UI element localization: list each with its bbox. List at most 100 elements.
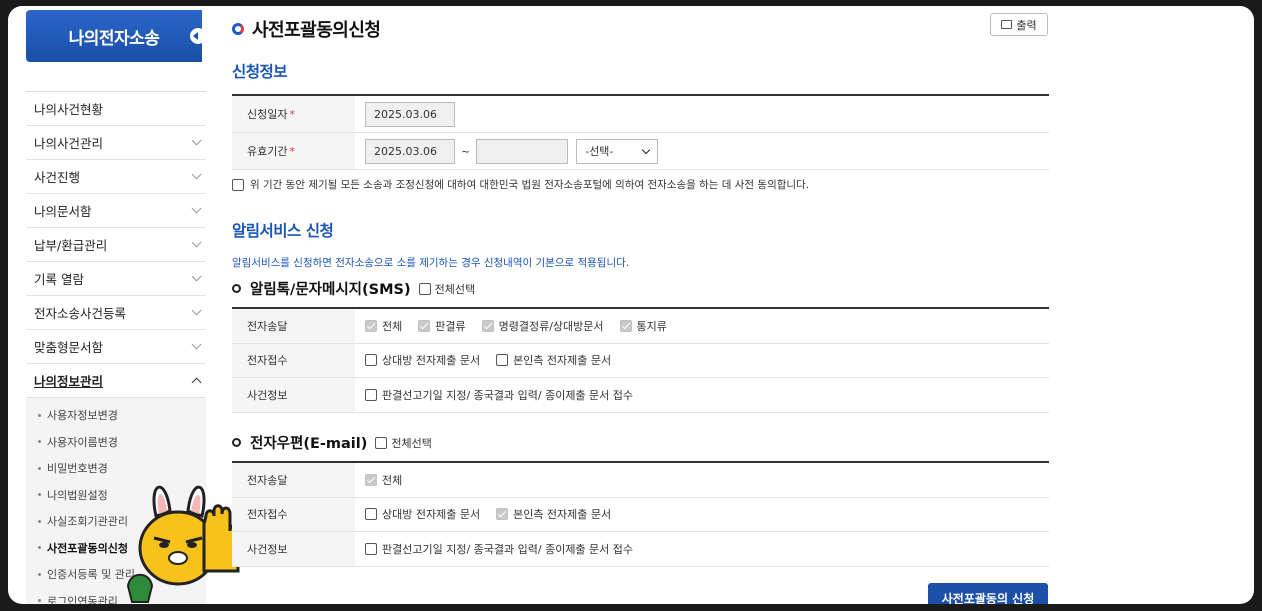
sidebar-item-label: 나의사건관리 <box>34 136 104 151</box>
valid-to-input[interactable] <box>476 138 569 164</box>
option-checkbox[interactable] <box>496 508 509 521</box>
chevron-down-icon <box>191 169 202 180</box>
sidebar-item-label: 나의문서함 <box>34 204 92 219</box>
valid-period-label: 유효기간 * <box>232 133 355 169</box>
collapse-sidebar-icon[interactable] <box>190 28 206 44</box>
submit-button[interactable]: 사전포괄동의 신청 <box>928 583 1048 604</box>
chevron-down-icon <box>191 305 202 316</box>
option-row-label: 사건정보 <box>232 378 355 412</box>
option-checkbox[interactable] <box>365 542 377 555</box>
sidebar-item[interactable]: 전자소송사건등록 <box>26 296 206 330</box>
sidebar-item[interactable]: 맞춤형문서함 <box>26 330 206 364</box>
option-checkbox[interactable] <box>619 319 632 332</box>
sidebar-subitem[interactable]: 사용자이름변경 <box>26 429 206 456</box>
sidebar-item-label: 나의정보관리 <box>34 374 104 389</box>
option-checkbox[interactable] <box>365 508 377 521</box>
bullet-dot-icon <box>38 546 41 550</box>
option-row-cell: 상대방 전자제출 문서 본인측 전자제출 문서 <box>355 352 1049 368</box>
option-checkbox-label: 상대방 전자제출 문서 <box>382 508 481 522</box>
option-checkbox-item[interactable]: 통지류 <box>619 318 667 334</box>
option-checkbox[interactable] <box>365 473 377 486</box>
option-checkbox[interactable] <box>418 319 431 332</box>
chevron-down-icon <box>191 339 202 350</box>
email-select-all[interactable]: 전체선택 <box>375 435 432 451</box>
period-separator: ~ <box>461 144 471 158</box>
bullet-dot-icon <box>38 572 41 576</box>
sidebar-item-label: 맞춤형문서함 <box>34 340 104 355</box>
option-checkbox-item[interactable]: 명령결정류/상대방문서 <box>481 318 604 334</box>
option-checkbox[interactable] <box>481 319 494 332</box>
option-row: 전자접수 상대방 전자제출 문서 본인측 전자제출 문서 <box>232 343 1049 378</box>
printer-icon <box>1001 20 1013 29</box>
sidebar-item[interactable]: 나의정보관리 <box>26 364 206 398</box>
sidebar-subitem-label: 인증서등록 및 관리 <box>47 568 135 582</box>
option-checkbox-item[interactable]: 판결선고기일 지정/ 종국결과 입력/ 종이제출 문서 접수 <box>365 387 633 403</box>
option-row-label-text: 사건정보 <box>247 542 288 556</box>
option-checkbox[interactable] <box>365 388 377 401</box>
option-checkbox-label: 명령결정류/상대방문서 <box>498 319 604 333</box>
chevron-down-icon <box>191 203 202 214</box>
agree-row[interactable]: 위 기간 동안 제기될 모든 소송과 조정신청에 대하여 대한민국 법원 전자소… <box>232 177 809 192</box>
sms-title: 알림톡/문자메시지(SMS) <box>250 282 411 298</box>
option-row-label-text: 전자접수 <box>247 508 288 522</box>
option-checkbox-label: 상대방 전자제출 문서 <box>382 354 481 368</box>
option-row-cell: 판결선고기일 지정/ 종국결과 입력/ 종이제출 문서 접수 <box>355 541 1049 557</box>
period-select[interactable]: -선택- <box>576 138 659 164</box>
bullet-dot-icon <box>38 413 41 417</box>
option-row-label: 전자접수 <box>232 497 355 531</box>
option-checkbox-item[interactable]: 판결선고기일 지정/ 종국결과 입력/ 종이제출 문서 접수 <box>365 541 633 557</box>
sidebar-title[interactable]: 나의전자소송 <box>26 10 206 62</box>
option-checkbox-item[interactable]: 전체 <box>365 472 402 488</box>
sidebar-item-label: 기록 열람 <box>34 272 84 287</box>
chevron-up-icon <box>191 377 202 387</box>
sidebar-item-label: 전자소송사건등록 <box>34 306 127 321</box>
option-checkbox[interactable] <box>365 319 377 332</box>
email-select-all-checkbox[interactable] <box>375 436 388 449</box>
sms-select-all-checkbox[interactable] <box>418 282 431 295</box>
sidebar-title-label: 나의전자소송 <box>68 28 160 49</box>
option-checkbox[interactable] <box>365 354 377 367</box>
sidebar-item[interactable]: 나의사건관리 <box>26 126 206 160</box>
option-row-label: 전자송달 <box>232 309 355 343</box>
bullet-circle-icon <box>232 284 241 293</box>
valid-period-label-text: 유효기간 <box>247 145 288 158</box>
sms-select-all[interactable]: 전체선택 <box>418 281 475 297</box>
sidebar-subitem-label: 나의법원설정 <box>47 488 108 502</box>
option-row: 전자송달 전체 판결류 명령결정류/상대방문서 통지류 <box>232 309 1049 344</box>
option-row-label: 전자송달 <box>232 463 355 497</box>
option-checkbox-item[interactable]: 판결류 <box>418 318 466 334</box>
option-row-label-text: 전자송달 <box>247 319 288 333</box>
option-checkbox-item[interactable]: 상대방 전자제출 문서 <box>365 506 480 522</box>
bullet-dot-icon <box>38 466 41 470</box>
option-checkbox[interactable] <box>496 354 509 367</box>
apply-date-input[interactable]: 2025.03.06 <box>365 101 455 127</box>
required-mark: * <box>289 144 295 158</box>
option-checkbox-item[interactable]: 본인측 전자제출 문서 <box>496 352 611 368</box>
title-ring-icon <box>232 23 244 35</box>
option-checkbox-label: 판결선고기일 지정/ 종국결과 입력/ 종이제출 문서 접수 <box>382 388 634 402</box>
sidebar-item[interactable]: 사건진행 <box>26 160 206 194</box>
sidebar-item-label: 나의사건현황 <box>34 102 104 117</box>
option-checkbox-item[interactable]: 상대방 전자제출 문서 <box>365 352 480 368</box>
sidebar-item[interactable]: 납부/환급관리 <box>26 228 206 262</box>
option-row-label: 사건정보 <box>232 532 355 566</box>
option-row: 전자송달 전체 <box>232 463 1049 498</box>
apply-date-label-text: 신청일자 <box>247 108 288 121</box>
sidebar-item[interactable]: 기록 열람 <box>26 262 206 296</box>
sidebar-subitem[interactable]: 사용자정보변경 <box>26 402 206 429</box>
apply-date-label: 신청일자 * <box>232 96 355 132</box>
sidebar-item[interactable]: 나의문서함 <box>26 194 206 228</box>
option-row: 전자접수 상대방 전자제출 문서 본인측 전자제출 문서 <box>232 497 1049 532</box>
valid-from-input[interactable]: 2025.03.06 <box>365 138 455 164</box>
application-table: 신청일자 * 2025.03.06 유효기간 * 2025.03.06 ~ -선… <box>232 94 1049 170</box>
sidebar-subitem-label: 사용자정보변경 <box>47 409 118 423</box>
print-button[interactable]: 출력 <box>990 13 1048 36</box>
option-checkbox-item[interactable]: 본인측 전자제출 문서 <box>496 506 611 522</box>
sidebar-item-label: 사건진행 <box>34 170 81 185</box>
option-checkbox-item[interactable]: 전체 <box>365 318 402 334</box>
chevron-down-icon <box>191 237 202 248</box>
bullet-dot-icon <box>38 493 41 497</box>
agree-checkbox[interactable] <box>232 178 244 191</box>
sidebar-item[interactable]: 나의사건현황 <box>26 92 206 126</box>
option-checkbox-label: 판결선고기일 지정/ 종국결과 입력/ 종이제출 문서 접수 <box>382 542 634 556</box>
